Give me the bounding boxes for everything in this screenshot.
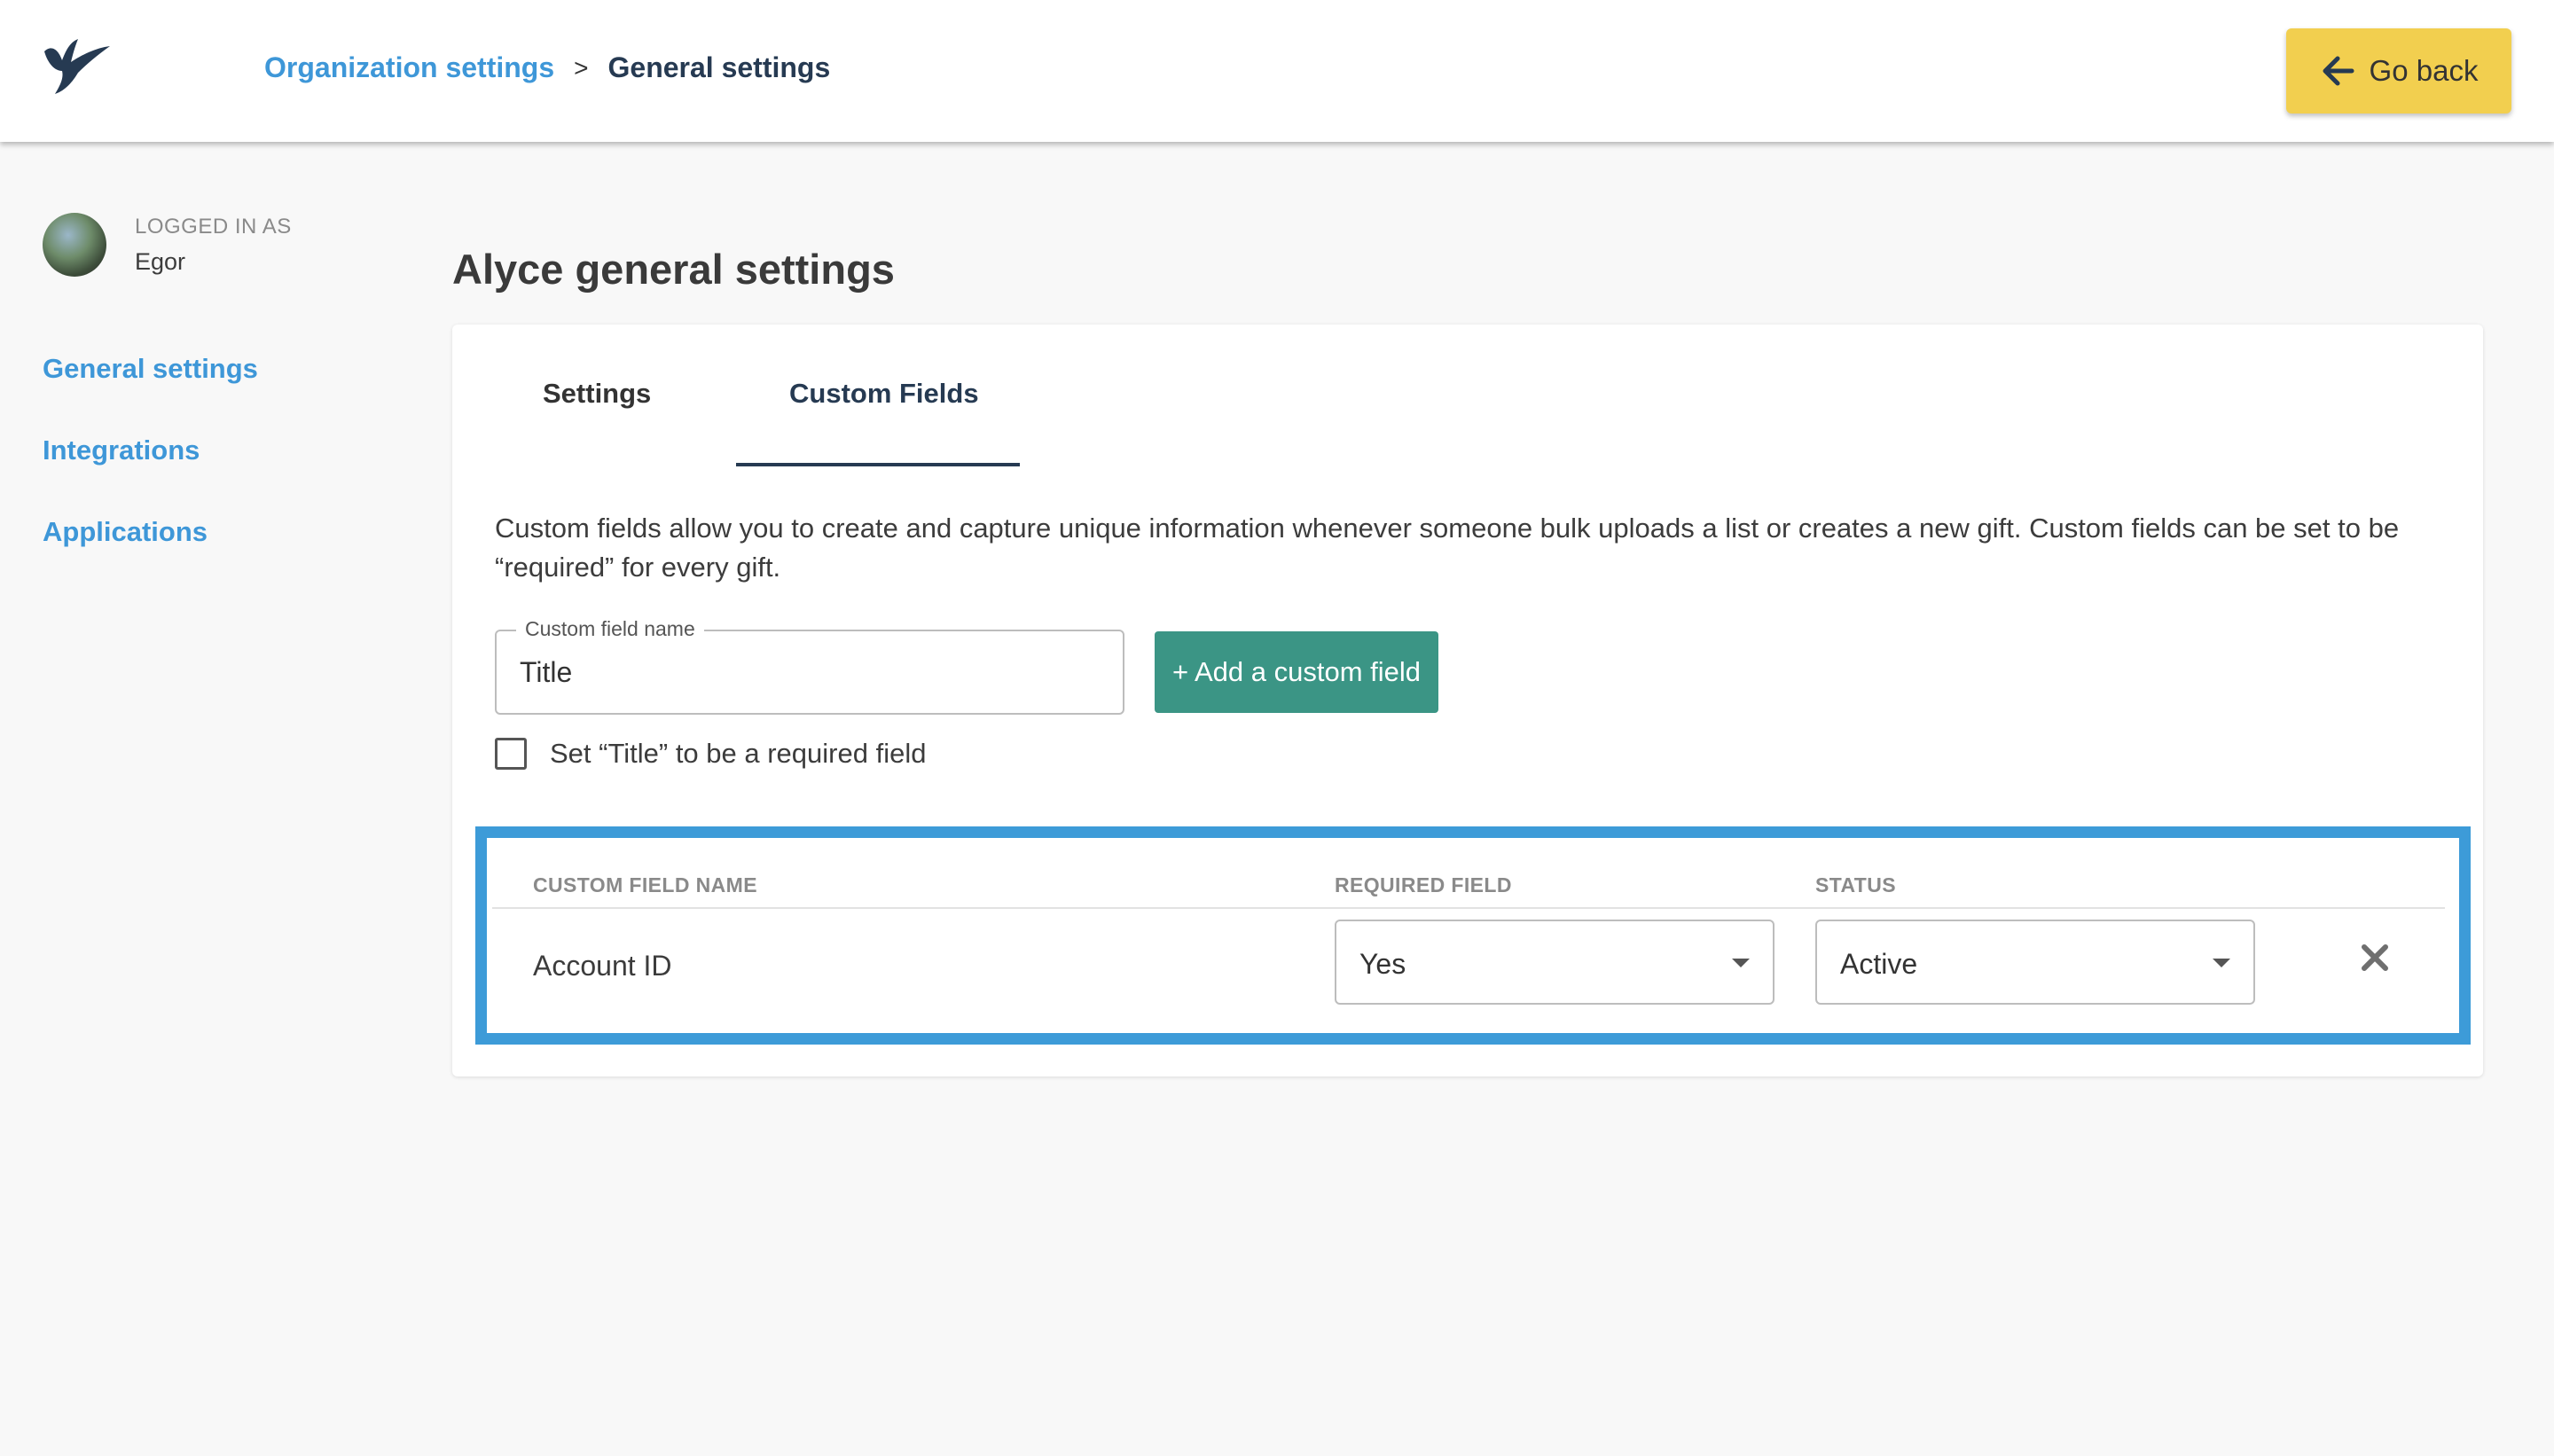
sidebar-nav: General settings Integrations Applicatio… xyxy=(43,353,258,598)
sidebar-item-applications[interactable]: Applications xyxy=(43,516,258,598)
tab-bar: Settings Custom Fields xyxy=(452,325,2483,466)
tab-custom-fields[interactable]: Custom Fields xyxy=(789,378,979,410)
arrow-left-icon xyxy=(2323,56,2354,86)
tab-settings[interactable]: Settings xyxy=(543,378,651,410)
required-field-checkbox-row: Set “Title” to be a required field xyxy=(495,738,926,770)
header-required-field: REQUIRED FIELD xyxy=(1335,873,1512,896)
status-select[interactable]: Active xyxy=(1815,920,2255,1005)
logged-in-label: LOGGED IN AS xyxy=(135,214,292,239)
breadcrumb: Organization settings > General settings xyxy=(264,51,830,84)
custom-field-name-field: Custom field name xyxy=(495,617,1124,715)
table-row-name: Account ID xyxy=(533,950,672,982)
logged-in-user: LOGGED IN AS Egor xyxy=(43,213,292,277)
custom-fields-description: Custom fields allow you to create and ca… xyxy=(495,513,2400,583)
settings-card: Settings Custom Fields Custom fields all… xyxy=(452,325,2483,1076)
user-name: Egor xyxy=(135,247,186,275)
chevron-down-icon xyxy=(2213,959,2230,967)
page-title: Alyce general settings xyxy=(452,246,895,293)
status-select-value: Active xyxy=(1840,948,1918,980)
top-bar: Organization settings > General settings… xyxy=(0,0,2554,142)
go-back-label: Go back xyxy=(2369,54,2479,87)
hummingbird-logo-icon[interactable] xyxy=(39,35,112,98)
go-back-button[interactable]: Go back xyxy=(2286,28,2511,114)
chevron-down-icon xyxy=(1732,959,1750,967)
custom-fields-table: CUSTOM FIELD NAME REQUIRED FIELD STATUS … xyxy=(475,826,2471,1045)
breadcrumb-current: General settings xyxy=(607,51,831,83)
avatar xyxy=(43,213,106,277)
breadcrumb-separator: > xyxy=(574,53,589,82)
header-custom-field-name: CUSTOM FIELD NAME xyxy=(533,873,757,896)
sidebar-item-integrations[interactable]: Integrations xyxy=(43,434,258,516)
header-status: STATUS xyxy=(1815,873,1896,896)
table-header-divider xyxy=(492,907,2445,909)
required-field-select-value: Yes xyxy=(1359,948,1406,980)
close-icon[interactable] xyxy=(2360,943,2390,973)
required-field-checkbox-label[interactable]: Set “Title” to be a required field xyxy=(550,738,926,770)
breadcrumb-organization-settings[interactable]: Organization settings xyxy=(264,51,554,84)
active-tab-indicator xyxy=(736,463,1020,466)
custom-field-name-input[interactable] xyxy=(520,656,1087,689)
add-custom-field-button[interactable]: + Add a custom field xyxy=(1155,631,1438,713)
sidebar-item-general-settings[interactable]: General settings xyxy=(43,353,258,434)
required-field-select[interactable]: Yes xyxy=(1335,920,1774,1005)
custom-field-name-label: Custom field name xyxy=(516,617,704,641)
required-field-checkbox[interactable] xyxy=(495,738,527,770)
